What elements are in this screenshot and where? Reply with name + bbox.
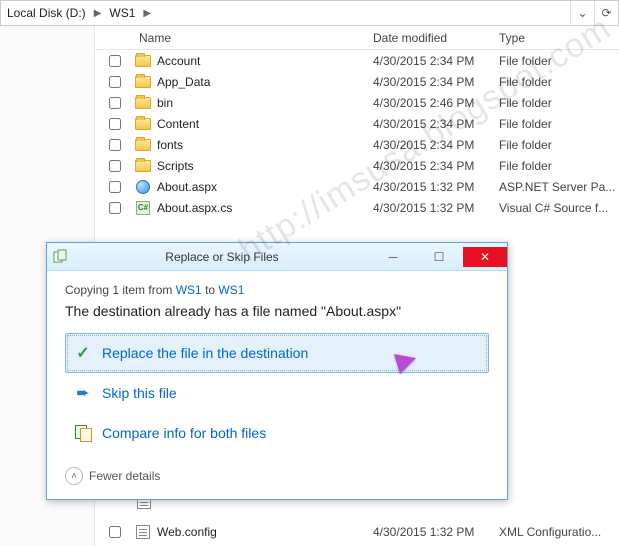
chevron-right-icon: ▶ xyxy=(92,8,104,19)
compare-icon xyxy=(74,424,92,442)
file-date: 4/30/2015 2:34 PM xyxy=(373,75,499,89)
table-row[interactable]: Account 4/30/2015 2:34 PMFile folder xyxy=(95,50,619,71)
globe-icon xyxy=(136,180,150,194)
file-name: Web.config xyxy=(157,525,217,539)
file-type: Visual C# Source f... xyxy=(499,201,619,215)
dialog-title: Replace or Skip Files xyxy=(75,250,369,264)
table-row[interactable]: C# About.aspx.cs 4/30/2015 1:32 PMVisual C… xyxy=(95,197,619,218)
skip-arrow-icon: ➨ xyxy=(74,384,92,402)
table-row[interactable]: Content 4/30/2015 2:34 PMFile folder xyxy=(95,113,619,134)
dest-link[interactable]: WS1 xyxy=(218,283,244,297)
folder-icon xyxy=(135,97,151,109)
address-bar[interactable]: Local Disk (D:) ▶ WS1 ▶ ⌄ ⟳ xyxy=(0,0,619,26)
maximize-button[interactable]: ☐ xyxy=(417,247,461,267)
file-name: fonts xyxy=(157,138,183,152)
file-type: ASP.NET Server Pa... xyxy=(499,180,619,194)
copy-status: Copying 1 item from WS1 to WS1 xyxy=(65,283,489,297)
row-checkbox[interactable] xyxy=(109,160,121,172)
checkmark-icon: ✓ xyxy=(74,344,92,362)
table-row[interactable]: Scripts 4/30/2015 2:34 PMFile folder xyxy=(95,155,619,176)
col-name[interactable]: Name xyxy=(135,31,373,45)
file-date: 4/30/2015 1:32 PM xyxy=(373,201,499,215)
file-type: File folder xyxy=(499,96,619,110)
config-icon xyxy=(136,525,150,539)
chevron-up-icon: ˄ xyxy=(65,467,83,485)
file-name: Scripts xyxy=(157,159,194,173)
minimize-button[interactable]: ─ xyxy=(371,247,415,267)
table-row[interactable]: fonts 4/30/2015 2:34 PMFile folder xyxy=(95,134,619,155)
file-date: 4/30/2015 2:34 PM xyxy=(373,117,499,131)
folder-icon xyxy=(135,139,151,151)
table-row[interactable]: bin 4/30/2015 2:46 PMFile folder xyxy=(95,92,619,113)
dialog-message: The destination already has a file named… xyxy=(65,303,489,319)
chevron-right-icon: ▶ xyxy=(141,8,153,19)
file-type: XML Configuratio... xyxy=(499,525,619,539)
table-row[interactable]: App_Data 4/30/2015 2:34 PMFile folder xyxy=(95,71,619,92)
file-name: About.aspx xyxy=(157,180,217,194)
file-date: 4/30/2015 2:34 PM xyxy=(373,159,499,173)
refresh-button[interactable]: ⟳ xyxy=(594,1,618,25)
col-date[interactable]: Date modified xyxy=(373,31,499,45)
row-checkbox[interactable] xyxy=(109,181,121,193)
source-link[interactable]: WS1 xyxy=(176,283,202,297)
history-dropdown[interactable]: ⌄ xyxy=(570,1,594,25)
row-checkbox[interactable] xyxy=(109,97,121,109)
file-name: App_Data xyxy=(157,75,210,89)
file-date: 4/30/2015 1:32 PM xyxy=(373,180,499,194)
file-date: 4/30/2015 2:34 PM xyxy=(373,138,499,152)
row-checkbox[interactable] xyxy=(109,118,121,130)
option-label: Replace the file in the destination xyxy=(102,345,308,361)
breadcrumb-disk[interactable]: Local Disk (D:) xyxy=(1,1,92,25)
file-name: Account xyxy=(157,54,200,68)
fewer-details-toggle[interactable]: ˄ Fewer details xyxy=(65,467,489,485)
option-compare[interactable]: Compare info for both files xyxy=(65,413,489,453)
row-checkbox[interactable] xyxy=(109,55,121,67)
folder-icon xyxy=(135,118,151,130)
file-date: 4/30/2015 1:32 PM xyxy=(373,525,499,539)
csharp-icon: C# xyxy=(136,201,150,215)
file-type: File folder xyxy=(499,54,619,68)
file-type: File folder xyxy=(499,138,619,152)
file-name: About.aspx.cs xyxy=(157,201,232,215)
table-row[interactable]: About.aspx 4/30/2015 1:32 PMASP.NET Serve… xyxy=(95,176,619,197)
row-checkbox[interactable] xyxy=(109,202,121,214)
file-date: 4/30/2015 2:34 PM xyxy=(373,54,499,68)
file-type: File folder xyxy=(499,159,619,173)
folder-icon xyxy=(135,55,151,67)
column-headers[interactable]: Name Date modified Type xyxy=(95,26,619,50)
option-label: Compare info for both files xyxy=(102,425,266,441)
row-checkbox[interactable] xyxy=(109,526,121,538)
row-checkbox[interactable] xyxy=(109,139,121,151)
folder-icon xyxy=(135,76,151,88)
dialog-titlebar[interactable]: Replace or Skip Files ─ ☐ ✕ xyxy=(47,243,507,271)
replace-skip-dialog: Replace or Skip Files ─ ☐ ✕ Copying 1 it… xyxy=(46,242,508,500)
row-checkbox[interactable] xyxy=(109,76,121,88)
file-type: File folder xyxy=(499,75,619,89)
col-type[interactable]: Type xyxy=(499,31,619,45)
close-button[interactable]: ✕ xyxy=(463,247,507,267)
file-type: File folder xyxy=(499,117,619,131)
file-date: 4/30/2015 2:46 PM xyxy=(373,96,499,110)
breadcrumb-folder[interactable]: WS1 xyxy=(103,1,141,25)
option-replace[interactable]: ✓ Replace the file in the destination xyxy=(65,333,489,373)
option-skip[interactable]: ➨ Skip this file xyxy=(65,373,489,413)
table-row[interactable]: Web.config 4/30/2015 1:32 PM XML Configu… xyxy=(95,521,619,542)
copy-icon xyxy=(53,249,69,265)
folder-icon xyxy=(135,160,151,172)
file-name: bin xyxy=(157,96,173,110)
option-label: Skip this file xyxy=(102,385,177,401)
file-name: Content xyxy=(157,117,199,131)
